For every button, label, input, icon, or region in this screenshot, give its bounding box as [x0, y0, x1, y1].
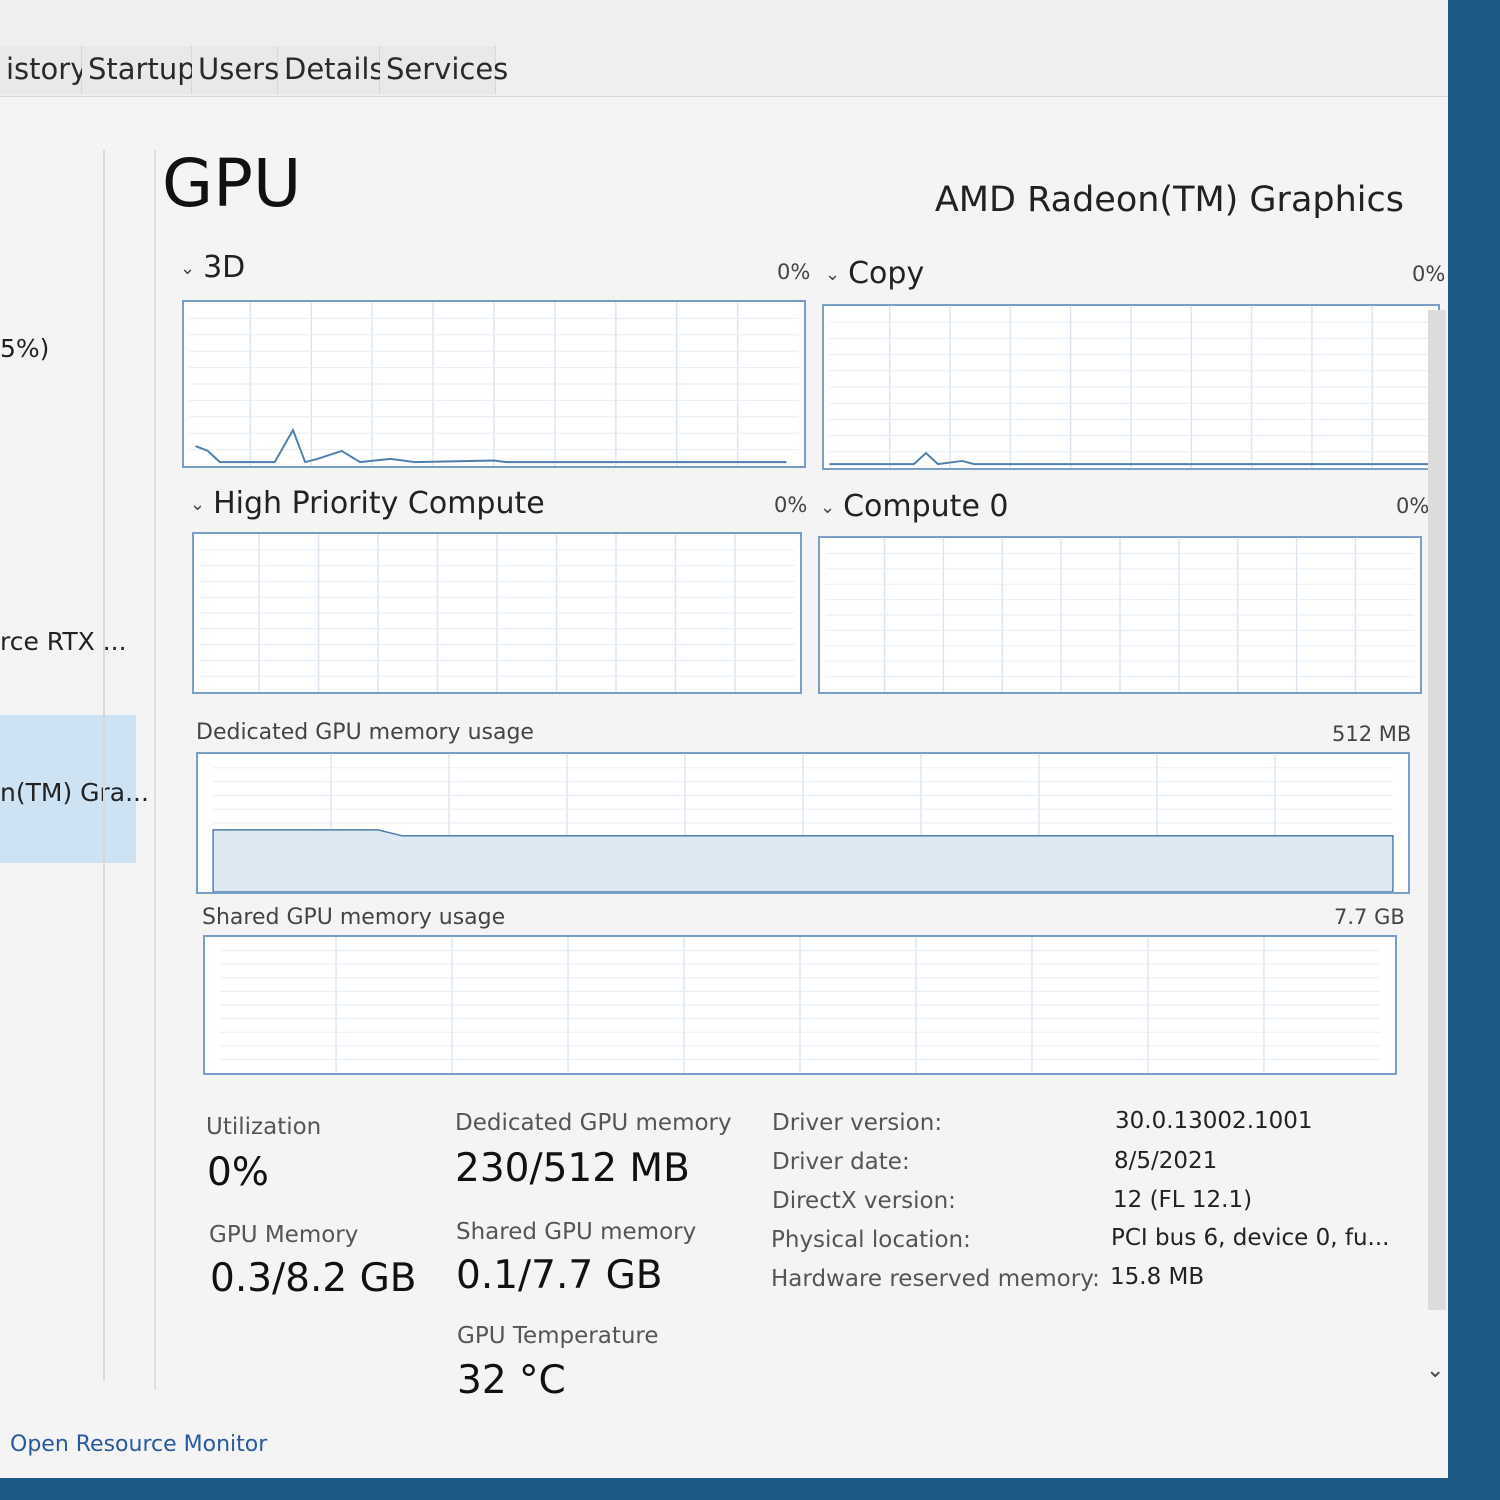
chevron-down-icon: ⌄ [190, 494, 206, 515]
pane-divider [154, 150, 156, 1390]
engine-name: Copy [848, 256, 925, 291]
gpu-memory-label: GPU Memory [209, 1222, 359, 1248]
shared-memory-graph [203, 935, 1397, 1075]
hardware-reserved-memory-value: 15.8 MB [1110, 1264, 1205, 1290]
graph-canvas [189, 302, 799, 466]
driver-version-label: Driver version: [772, 1110, 943, 1136]
graph-canvas [199, 534, 795, 692]
graph-canvas [212, 754, 1394, 892]
tab-details[interactable]: Details [278, 46, 385, 94]
engine-percent-3d: 0% [777, 260, 811, 284]
chevron-down-icon[interactable]: ⌄ [1426, 1358, 1444, 1383]
gpu-model-name: AMD Radeon(TM) Graphics [934, 180, 1404, 220]
engine-label-copy[interactable]: ⌄ Copy [825, 256, 924, 291]
driver-version-value: 30.0.13002.1001 [1115, 1108, 1313, 1134]
graph-canvas [825, 538, 1415, 692]
page-title: GPU [162, 145, 302, 222]
shared-memory-value: 0.1/7.7 GB [456, 1253, 663, 1298]
gpu-memory-value: 0.3/8.2 GB [210, 1256, 417, 1301]
device-item-cpu[interactable]: 5%) [0, 334, 49, 363]
engine-label-high-priority-compute[interactable]: ⌄ High Priority Compute [190, 486, 545, 521]
engine-percent-high-priority-compute: 0% [774, 493, 808, 517]
engine-percent-copy: 0% [1412, 262, 1446, 286]
graph-canvas [829, 306, 1433, 468]
tab-users[interactable]: Users [192, 46, 279, 94]
chevron-down-icon: ⌄ [825, 264, 841, 285]
dedicated-memory-graph [196, 752, 1410, 894]
engine-graph-copy [822, 304, 1440, 470]
engine-graph-3d [182, 300, 806, 468]
dedicated-memory-graph-label: Dedicated GPU memory usage [196, 720, 534, 745]
tab-bar: istory Startup Users Details Services [0, 0, 1448, 97]
shared-memory-label: Shared GPU memory [456, 1219, 697, 1245]
chevron-down-icon: ⌄ [820, 497, 836, 518]
graph-canvas [220, 937, 1380, 1073]
directx-version-label: DirectX version: [772, 1188, 956, 1214]
tab-services[interactable]: Services [380, 46, 508, 94]
scrollbar[interactable] [1428, 310, 1446, 1310]
shared-memory-graph-max: 7.7 GB [1334, 905, 1405, 929]
usage-trace [195, 427, 787, 464]
driver-date-value: 8/5/2021 [1114, 1148, 1218, 1174]
engine-name: 3D [203, 250, 246, 285]
directx-version-value: 12 (FL 12.1) [1113, 1187, 1253, 1213]
utilization-value: 0% [207, 1150, 269, 1195]
physical-location-label: Physical location: [771, 1227, 971, 1253]
dedicated-memory-label: Dedicated GPU memory [455, 1110, 732, 1136]
chevron-down-icon: ⌄ [180, 258, 196, 279]
device-item-gpu-amd[interactable]: n(TM) Gra... [0, 778, 149, 807]
engine-graph-high-priority-compute [192, 532, 802, 694]
tab-app-history[interactable]: istory [0, 46, 87, 94]
pane-divider [103, 150, 105, 1380]
utilization-label: Utilization [206, 1114, 322, 1140]
tab-startup[interactable]: Startup [82, 46, 196, 94]
engine-name: High Priority Compute [213, 486, 545, 521]
hardware-reserved-memory-label: Hardware reserved memory: [771, 1266, 1100, 1292]
engine-label-3d[interactable]: ⌄ 3D [180, 250, 245, 285]
dedicated-memory-value: 230/512 MB [455, 1146, 690, 1191]
dedicated-memory-graph-max: 512 MB [1332, 722, 1412, 746]
engine-name: Compute 0 [843, 489, 1009, 524]
memory-usage-area [212, 829, 1394, 892]
gpu-temperature-value: 32 °C [457, 1358, 566, 1403]
engine-label-compute-0[interactable]: ⌄ Compute 0 [820, 489, 1009, 524]
device-item-gpu-nvidia[interactable]: rce RTX ... [0, 627, 127, 656]
driver-date-label: Driver date: [772, 1149, 910, 1175]
open-resource-monitor-link[interactable]: Open Resource Monitor [10, 1432, 267, 1457]
engine-graph-compute-0 [818, 536, 1422, 694]
shared-memory-graph-label: Shared GPU memory usage [202, 905, 506, 930]
physical-location-value: PCI bus 6, device 0, fu... [1111, 1225, 1390, 1251]
engine-percent-compute-0: 0% [1396, 494, 1430, 518]
gpu-temperature-label: GPU Temperature [457, 1323, 659, 1349]
task-manager-window: istory Startup Users Details Services 5%… [0, 0, 1448, 1478]
